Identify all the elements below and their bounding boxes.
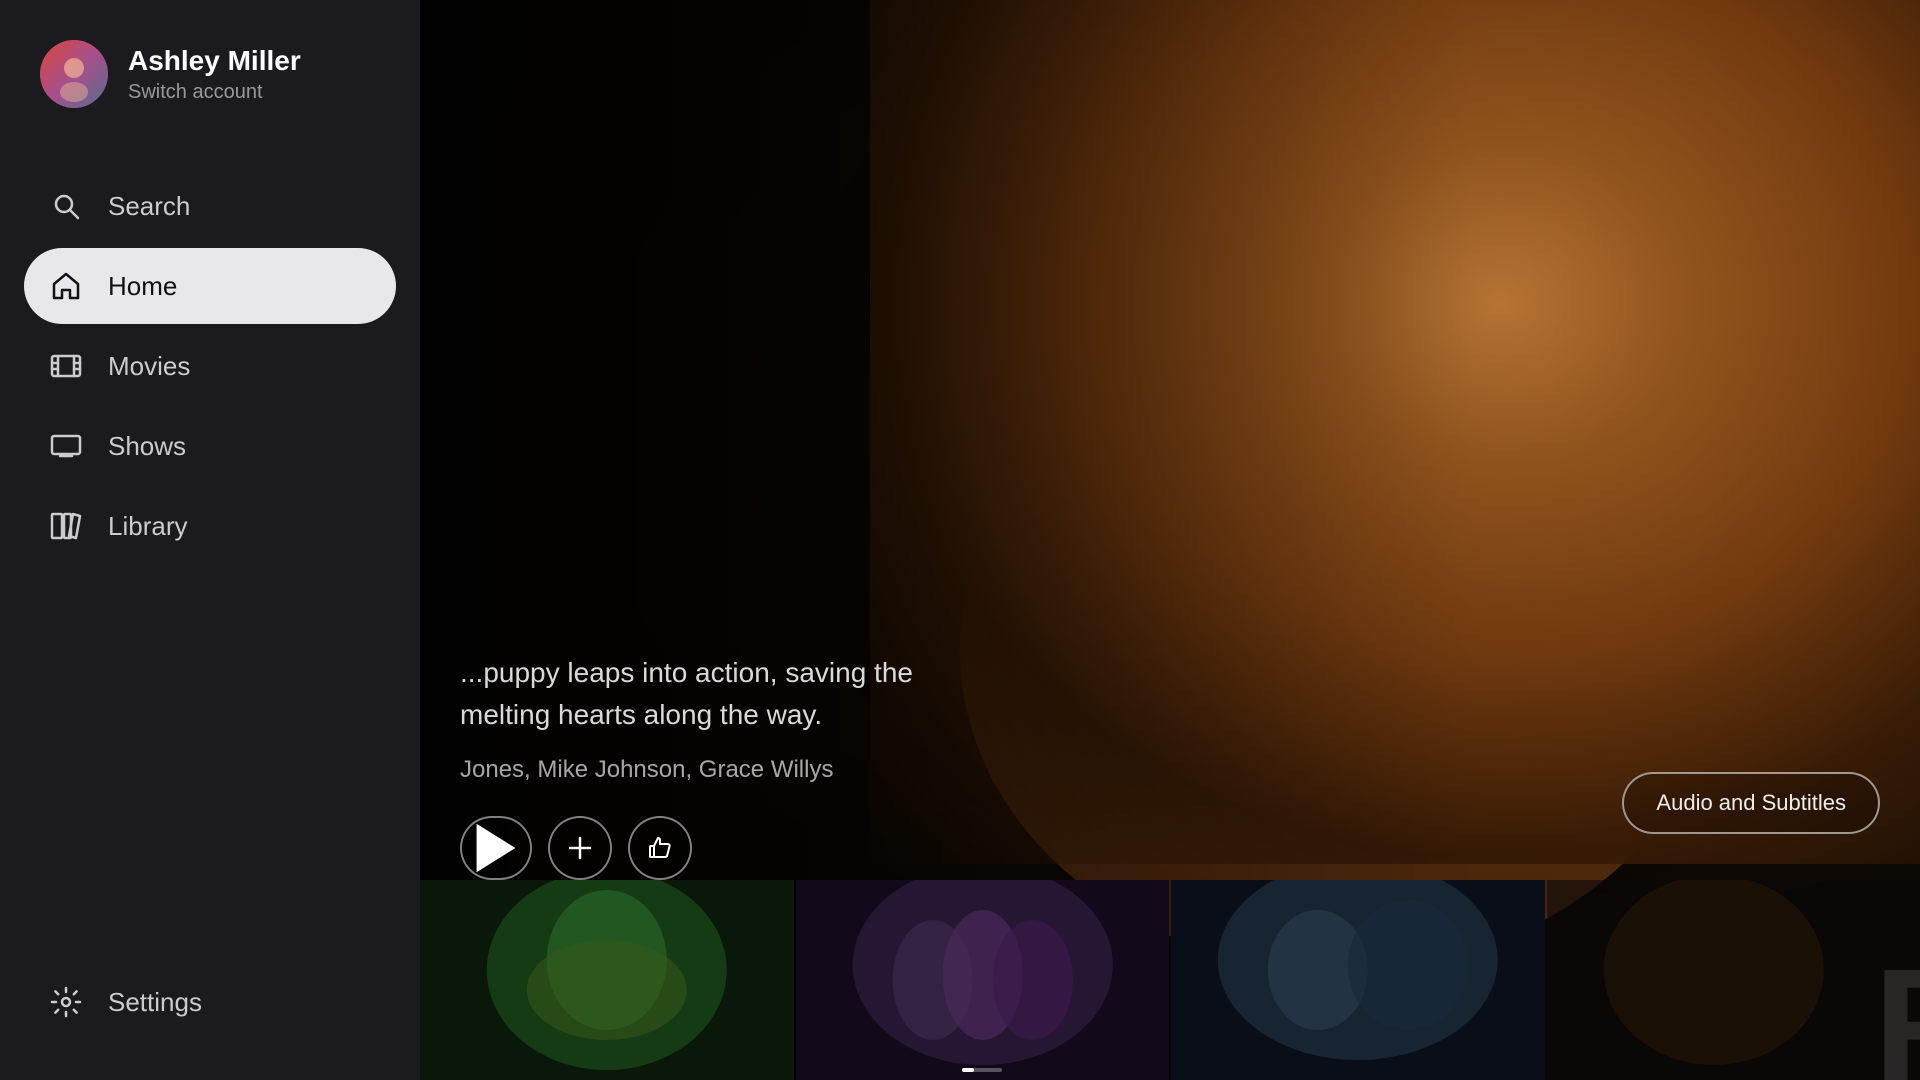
main-content: ...puppy leaps into action, saving the m…	[420, 0, 1920, 1080]
hero-description-line2: melting hearts along the way.	[460, 694, 913, 736]
thumbnail-2-progress-fill	[962, 1068, 974, 1072]
nav-section: Search Home	[24, 168, 396, 1080]
play-button[interactable]	[460, 816, 532, 880]
sidebar-item-settings[interactable]: Settings	[24, 964, 396, 1040]
thumbnail-2-progress-bar	[962, 1068, 1002, 1072]
switch-account-link[interactable]: Switch account	[128, 81, 301, 104]
like-button[interactable]	[628, 816, 692, 880]
sidebar-item-library[interactable]: Library	[24, 488, 396, 564]
hero-content: ...puppy leaps into action, saving the m…	[460, 652, 913, 880]
hero-description-line1: ...puppy leaps into action, saving the	[460, 652, 913, 694]
shows-icon	[48, 428, 84, 464]
thumbnail-1[interactable]	[420, 880, 794, 1080]
user-section[interactable]: Ashley Miller Switch account	[24, 0, 396, 148]
shows-label: Shows	[108, 431, 186, 462]
hero-cast: Jones, Mike Johnson, Grace Willys	[460, 756, 913, 784]
library-icon	[48, 508, 84, 544]
thumbnails-row: F	[420, 880, 1920, 1080]
user-name: Ashley Miller	[128, 44, 301, 78]
search-label: Search	[108, 191, 190, 222]
movies-label: Movies	[108, 351, 190, 382]
hero-actions	[460, 816, 913, 880]
home-label: Home	[108, 271, 177, 302]
search-icon	[48, 188, 84, 224]
sidebar: Ashley Miller Switch account Search Home	[0, 0, 420, 1080]
settings-label: Settings	[108, 987, 202, 1018]
user-info: Ashley Miller Switch account	[128, 44, 301, 105]
home-icon	[48, 268, 84, 304]
sidebar-item-movies[interactable]: Movies	[24, 328, 396, 404]
avatar	[40, 40, 108, 108]
thumbnail-4[interactable]: F	[1547, 880, 1920, 1080]
movies-icon	[48, 348, 84, 384]
add-to-list-button[interactable]	[548, 816, 612, 880]
sidebar-item-shows[interactable]: Shows	[24, 408, 396, 484]
library-label: Library	[108, 511, 187, 542]
thumbnail-3[interactable]	[1171, 880, 1545, 1080]
sidebar-item-home[interactable]: Home	[24, 248, 396, 324]
sidebar-item-search[interactable]: Search	[24, 168, 396, 244]
settings-icon	[48, 984, 84, 1020]
svg-text:F: F	[1873, 935, 1920, 1080]
thumbnail-2[interactable]	[796, 880, 1170, 1080]
hero-description: ...puppy leaps into action, saving the m…	[460, 652, 913, 736]
